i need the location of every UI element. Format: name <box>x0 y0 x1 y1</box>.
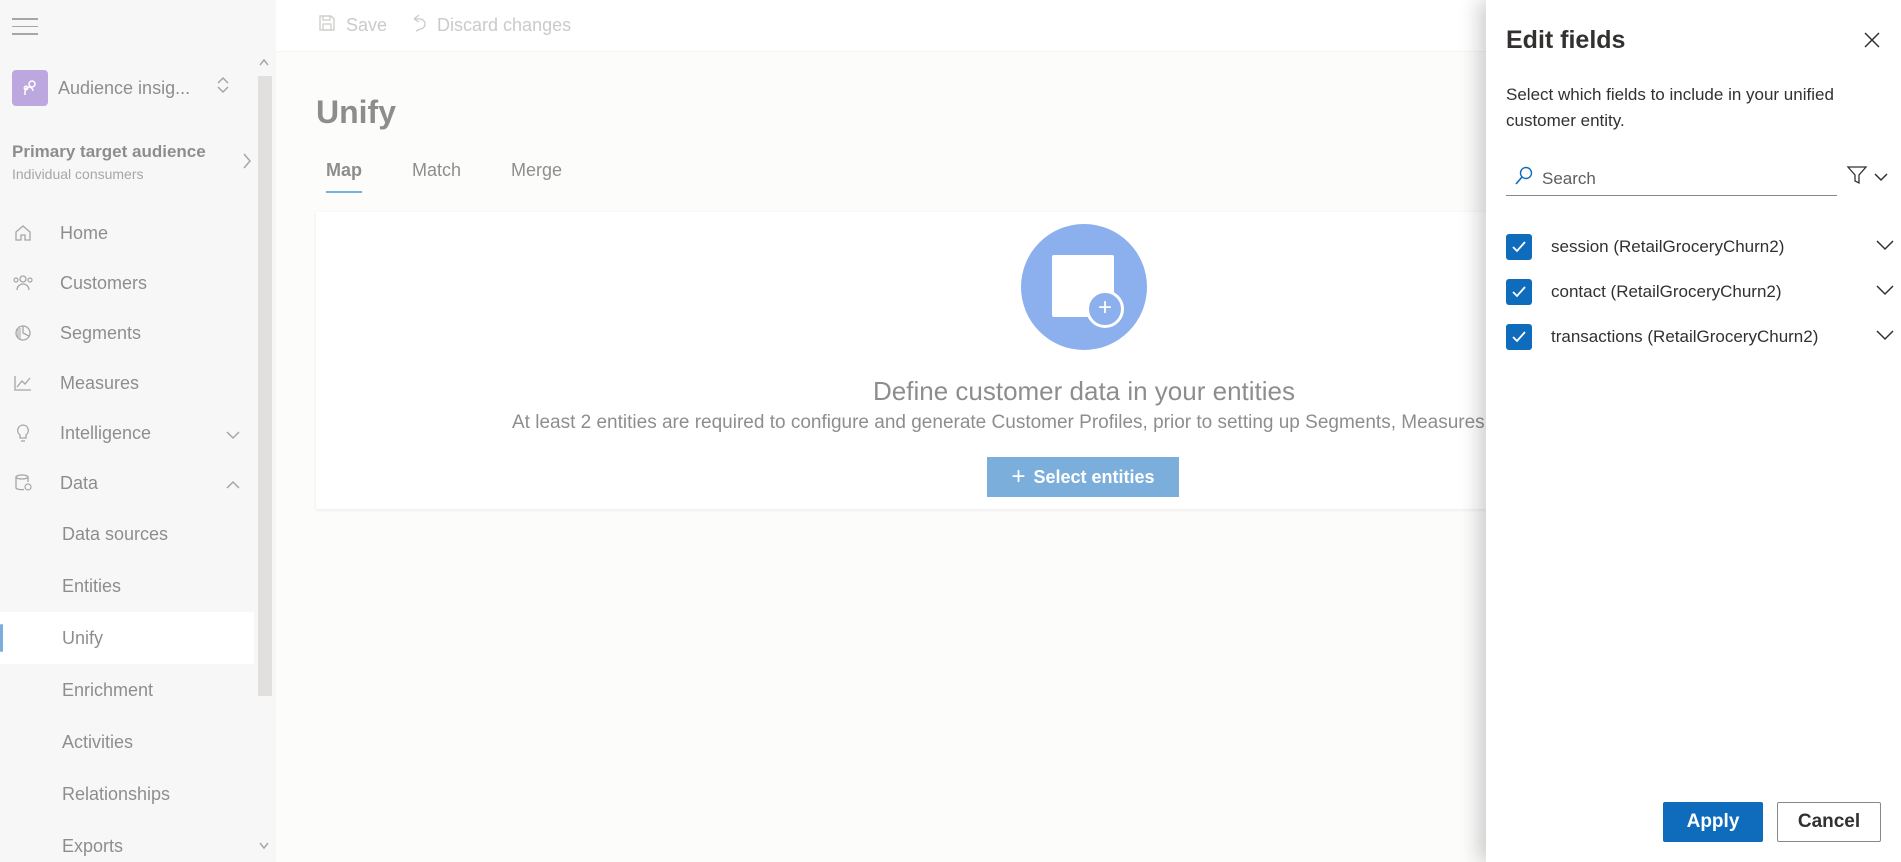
filter-icon <box>1846 164 1868 191</box>
checkmark-icon <box>1512 330 1526 342</box>
chevron-down-icon <box>1874 169 1888 187</box>
audience-title: Primary target audience <box>12 142 206 161</box>
tab-match[interactable]: Match <box>402 156 471 193</box>
empty-state-title: Define customer data in your entities <box>873 376 1295 406</box>
sidebar-item-label: Enrichment <box>62 679 154 700</box>
search-input[interactable] <box>1542 168 1822 189</box>
chevron-down-icon[interactable] <box>1876 283 1894 301</box>
chevron-down-icon[interactable] <box>1876 238 1894 256</box>
scrollbar-thumb[interactable] <box>258 76 272 696</box>
sidebar-item-activities[interactable]: Activities <box>0 716 254 768</box>
panel-title: Edit fields <box>1506 26 1626 54</box>
field-checkbox[interactable] <box>1506 278 1532 305</box>
audience-selector[interactable]: Primary target audience Individual consu… <box>12 142 252 182</box>
chevron-up-down-icon <box>216 76 230 96</box>
sidebar-item-unify[interactable]: Unify <box>0 612 254 664</box>
sidebar-item-customers[interactable]: Customers <box>0 258 254 308</box>
page-title: Unify <box>316 94 396 130</box>
edit-fields-panel: Edit fields Select which fields to inclu… <box>1486 0 1901 862</box>
sidebar-item-home[interactable]: Home <box>0 208 254 258</box>
sidebar-item-label: Relationships <box>62 783 171 804</box>
main-content: Unify Map Match Merge + Define customer … <box>276 52 1496 862</box>
close-icon[interactable] <box>1862 30 1882 50</box>
field-checkbox[interactable] <box>1506 323 1532 350</box>
checkmark-icon <box>1512 285 1526 297</box>
plus-icon: + <box>1011 463 1026 490</box>
checkmark-icon <box>1512 240 1526 252</box>
field-label: contact (RetailGroceryChurn2) <box>1551 281 1782 301</box>
customers-icon <box>12 272 34 294</box>
panel-description: Select which fields to include in your u… <box>1506 85 1834 130</box>
empty-state-card: + Define customer data in your entities … <box>316 212 1496 509</box>
filter-button[interactable] <box>1846 164 1888 191</box>
chevron-up-icon <box>226 474 240 495</box>
sidebar-item-label: Segments <box>60 322 142 343</box>
empty-state-description: At least 2 entities are required to conf… <box>512 412 1496 433</box>
tab-map[interactable]: Map <box>316 156 372 193</box>
tab-merge[interactable]: Merge <box>501 156 572 193</box>
sidebar: Audience insig... Primary target audienc… <box>0 0 254 862</box>
sidebar-item-entities[interactable]: Entities <box>0 560 254 612</box>
discard-changes-label: Discard changes <box>437 15 572 35</box>
lightbulb-icon <box>12 422 34 444</box>
scroll-up-icon[interactable] <box>259 58 269 69</box>
measures-icon <box>12 372 34 394</box>
sidebar-item-label: Customers <box>60 272 148 293</box>
app-name: Audience insig... <box>58 77 191 98</box>
hamburger-menu-icon[interactable] <box>12 18 38 38</box>
field-checkbox[interactable] <box>1506 233 1532 260</box>
home-icon <box>12 222 34 244</box>
command-bar: Save Discard changes <box>276 0 1486 52</box>
list-item: transactions (RetailGroceryChurn2) <box>1506 314 1894 359</box>
sidebar-item-exports[interactable]: Exports <box>0 820 254 862</box>
sidebar-item-label: Intelligence <box>60 422 152 443</box>
sidebar-item-relationships[interactable]: Relationships <box>0 768 254 820</box>
list-item: contact (RetailGroceryChurn2) <box>1506 269 1894 314</box>
sidebar-item-segments[interactable]: Segments <box>0 308 254 358</box>
sidebar-item-intelligence[interactable]: Intelligence <box>0 408 254 458</box>
apply-button[interactable]: Apply <box>1663 802 1763 842</box>
discard-changes-button[interactable]: Discard changes <box>409 13 571 38</box>
audience-insights-app-icon <box>12 70 48 106</box>
tab-list: Map Match Merge <box>316 156 602 193</box>
cancel-button[interactable]: Cancel <box>1777 802 1881 842</box>
add-entity-illustration-icon: + <box>1021 224 1147 350</box>
sidebar-item-data[interactable]: Data <box>0 458 254 508</box>
scroll-down-icon[interactable] <box>259 842 269 853</box>
fields-list: session (RetailGroceryChurn2) contact (R… <box>1506 224 1894 359</box>
sidebar-item-data-sources[interactable]: Data sources <box>0 508 254 560</box>
sidebar-item-label: Activities <box>62 731 134 752</box>
segments-icon <box>12 322 34 344</box>
field-label: transactions (RetailGroceryChurn2) <box>1551 326 1819 346</box>
sidebar-item-label: Data <box>60 472 99 493</box>
chevron-right-icon <box>242 152 252 175</box>
select-entities-button[interactable]: + Select entities <box>987 457 1179 497</box>
app-switcher[interactable]: Audience insig... <box>12 70 240 106</box>
sidebar-item-label: Exports <box>62 835 124 856</box>
select-entities-label: Select entities <box>1033 466 1155 487</box>
database-icon <box>12 472 34 494</box>
sidebar-item-label: Data sources <box>62 523 169 544</box>
list-item: session (RetailGroceryChurn2) <box>1506 224 1894 269</box>
sidebar-item-label: Home <box>60 222 109 243</box>
save-icon <box>318 14 336 37</box>
search-icon <box>1514 166 1534 191</box>
sidebar-scrollbar[interactable] <box>254 0 276 862</box>
save-button[interactable]: Save <box>318 14 387 37</box>
sidebar-item-measures[interactable]: Measures <box>0 358 254 408</box>
field-label: session (RetailGroceryChurn2) <box>1551 236 1785 256</box>
sidebar-item-label: Measures <box>60 372 140 393</box>
app-shell: Audience insig... Primary target audienc… <box>0 0 1901 862</box>
sidebar-item-label: Unify <box>62 627 104 648</box>
search-box <box>1506 162 1837 196</box>
chevron-down-icon <box>226 424 240 445</box>
sidebar-nav: Home Customers Segments Measures Intelli… <box>0 208 254 862</box>
save-label: Save <box>346 15 388 35</box>
audience-subtitle: Individual consumers <box>12 166 144 182</box>
undo-icon <box>409 13 427 38</box>
sidebar-item-label: Entities <box>62 575 122 596</box>
sidebar-item-enrichment[interactable]: Enrichment <box>0 664 254 716</box>
chevron-down-icon[interactable] <box>1876 328 1894 346</box>
